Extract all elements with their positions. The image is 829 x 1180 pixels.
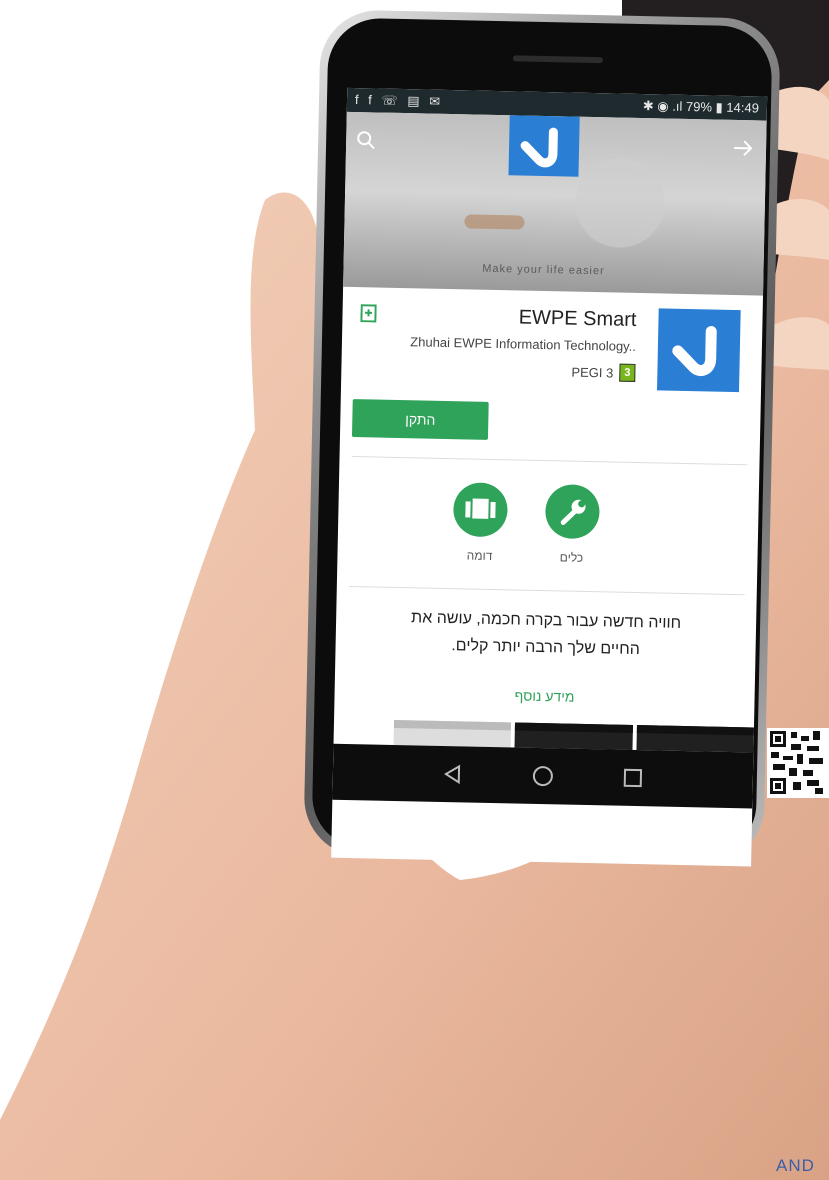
banner-tagline: Make your life easier xyxy=(482,262,605,278)
app-icon xyxy=(657,308,741,393)
app-description: חוויה חדשה עבור בקרה חכמה, עושה את החיים… xyxy=(347,603,744,665)
content-rating: PEGI 3 3 xyxy=(571,363,636,382)
divider xyxy=(348,585,745,596)
wrench-icon xyxy=(544,484,601,540)
cards-icon xyxy=(452,482,509,538)
category-label: דומה xyxy=(466,548,493,563)
notification-icons: f f ☏ ▤ ✉ xyxy=(354,92,444,109)
speaker-grille xyxy=(512,55,603,64)
bottom-label: AND xyxy=(776,1156,815,1175)
search-icon[interactable] xyxy=(356,130,376,150)
phone-bezel: f f ☏ ▤ ✉ ✱ ◉ .ıl 79% ▮ 14:49 Make your … xyxy=(311,17,773,867)
category-similar[interactable]: דומה xyxy=(441,482,519,564)
status-right: ✱ ◉ .ıl 79% ▮ 14:49 xyxy=(642,98,760,116)
app-banner: Make your life easier xyxy=(343,111,767,296)
divider xyxy=(351,456,748,466)
screenshot-thumbnail[interactable] xyxy=(636,725,754,753)
app-title: EWPE Smart xyxy=(518,306,637,331)
banner-decor xyxy=(464,214,525,230)
smartphone: f f ☏ ▤ ✉ ✱ ◉ .ıl 79% ▮ 14:49 Make your … xyxy=(303,9,781,867)
banner-decor xyxy=(573,156,666,249)
app-developer[interactable]: Zhuhai EWPE Information Technology.. xyxy=(410,334,636,354)
more-info-link[interactable]: מידע נוסף xyxy=(334,684,754,709)
phone-screen: f f ☏ ▤ ✉ ✱ ◉ .ıl 79% ▮ 14:49 Make your … xyxy=(331,87,768,867)
screenshot-thumbnail[interactable] xyxy=(393,719,512,748)
install-button[interactable]: התקן xyxy=(351,399,489,440)
pegi-badge: 3 xyxy=(619,363,636,382)
home-icon[interactable] xyxy=(531,764,555,788)
wishlist-icon[interactable] xyxy=(360,304,377,323)
pegi-label: PEGI 3 xyxy=(571,364,614,380)
recents-icon[interactable] xyxy=(621,766,645,790)
banner-app-logo xyxy=(508,115,580,177)
screenshot-thumbnail[interactable] xyxy=(514,722,633,750)
category-tools[interactable]: כלים xyxy=(533,484,611,566)
android-nav-bar xyxy=(332,743,754,809)
back-icon[interactable] xyxy=(441,762,465,786)
qr-code xyxy=(767,728,829,798)
category-label: כלים xyxy=(559,550,584,565)
arrow-right-icon[interactable] xyxy=(732,138,754,158)
